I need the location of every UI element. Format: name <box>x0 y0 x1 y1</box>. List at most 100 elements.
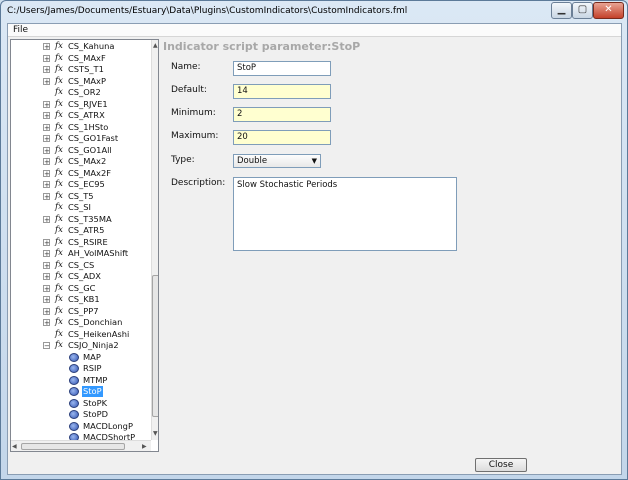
expand-icon[interactable]: + <box>43 296 50 304</box>
tree-item-label: CS_KB1 <box>68 294 100 304</box>
expand-icon[interactable]: + <box>43 100 50 108</box>
tree-item[interactable]: + fx CS_GO1All <box>11 145 151 156</box>
expand-icon[interactable]: + <box>43 43 50 51</box>
tree-item-label: CS_1HSto <box>68 121 109 132</box>
minimum-field[interactable]: 2 <box>233 107 331 122</box>
expand-icon[interactable]: + <box>43 112 50 120</box>
tree-item-label: CS_MAxP <box>68 75 106 86</box>
tree-item[interactable]: + fx CS_KB1 <box>11 294 151 305</box>
tree-param-item[interactable]: MAP <box>11 352 151 363</box>
tree-item-label: CS_CS <box>68 259 95 270</box>
tree-param-item[interactable]: MACDLongP <box>11 421 151 432</box>
description-textarea[interactable]: Slow Stochastic Periods <box>233 177 457 251</box>
function-icon: fx <box>55 87 63 97</box>
expand-icon[interactable]: + <box>43 261 50 269</box>
tree-vertical-scrollbar[interactable]: ▲ ▼ <box>151 40 158 440</box>
menu-file[interactable]: File <box>13 25 28 35</box>
tree-item[interactable]: + fx CS_GC <box>11 283 151 294</box>
expand-icon[interactable]: + <box>43 135 50 143</box>
parameter-gear-icon <box>69 387 79 396</box>
parameter-gear-icon <box>69 375 79 385</box>
tree-param-item[interactable]: MTMP <box>11 375 151 386</box>
parameter-gear-icon <box>69 410 79 419</box>
tree-item[interactable]: fx CS_SI <box>11 202 151 213</box>
expand-icon[interactable]: + <box>43 273 50 281</box>
tree-item[interactable]: + fx CS_Kahuna <box>11 41 151 52</box>
expand-icon[interactable]: + <box>43 169 50 177</box>
tree-item[interactable]: + fx CS_RSIRE <box>11 237 151 248</box>
type-select[interactable]: Double ▼ <box>233 154 321 168</box>
tree-vertical-scroll-thumb[interactable] <box>152 275 158 417</box>
tree-item[interactable]: + fx CS_ADX <box>11 271 151 282</box>
minimize-button[interactable]: ▁ <box>551 2 572 19</box>
tree-param-item[interactable]: StoPK <box>11 398 151 409</box>
expand-icon[interactable]: + <box>43 284 50 292</box>
function-icon: fx <box>55 271 63 281</box>
expand-icon[interactable]: + <box>43 250 50 258</box>
expand-icon[interactable]: + <box>43 307 50 315</box>
tree-item[interactable]: + fx CS_1HSto <box>11 122 151 133</box>
close-button[interactable]: Close <box>475 458 527 472</box>
default-field[interactable]: 14 <box>233 84 331 99</box>
tree-item[interactable]: fx CS_ATR5 <box>11 225 151 236</box>
expand-icon[interactable]: + <box>43 158 50 166</box>
tree-item[interactable]: + fx CS_EC95 <box>11 179 151 190</box>
maximum-field[interactable]: 20 <box>233 130 331 145</box>
tree-item[interactable]: + fx CS_RJVE1 <box>11 99 151 110</box>
expand-icon[interactable]: + <box>43 215 50 223</box>
tree-item[interactable]: − fx CSJO_Ninja2 <box>11 340 151 351</box>
menu-bar: File <box>8 24 621 37</box>
tree-item[interactable]: + fx CS_T35MA <box>11 214 151 225</box>
scroll-down-arrow-icon[interactable]: ▼ <box>153 430 158 437</box>
parameter-panel-title: Indicator script parameter:StoP <box>163 40 361 53</box>
minimum-label: Minimum: <box>171 108 216 118</box>
scroll-up-arrow-icon[interactable]: ▲ <box>153 42 158 49</box>
tree-param-item[interactable]: StoP <box>11 386 151 397</box>
tree-item[interactable]: + fx CSTS_T1 <box>11 64 151 75</box>
tree-item[interactable]: + fx CS_T5 <box>11 191 151 202</box>
tree-item[interactable]: + fx CS_MAx2F <box>11 168 151 179</box>
function-icon: fx <box>55 64 63 74</box>
name-field[interactable]: StoP <box>233 61 331 76</box>
maximize-button[interactable]: ▢ <box>572 2 593 19</box>
tree-item-label: CS_OR2 <box>68 87 101 97</box>
expand-icon[interactable]: + <box>43 77 50 85</box>
tree-item[interactable]: + fx CS_PP7 <box>11 306 151 317</box>
tree-item-label: CS_HeikenAshi <box>68 328 130 339</box>
expand-icon[interactable]: + <box>43 238 50 246</box>
tree-item-label: CS_GO1All <box>68 144 112 155</box>
tree-param-item[interactable]: RSIP <box>11 363 151 374</box>
expand-icon[interactable]: + <box>43 192 50 200</box>
tree-item[interactable]: + fx CS_GO1Fast <box>11 133 151 144</box>
expand-icon[interactable]: + <box>43 319 50 327</box>
tree-item[interactable]: fx CS_HeikenAshi <box>11 329 151 340</box>
tree-item[interactable]: + fx CS_MAx2 <box>11 156 151 167</box>
tree-param-item[interactable]: StoPD <box>11 409 151 420</box>
tree-horizontal-scrollbar[interactable]: ◀ ▶ <box>11 440 151 451</box>
tree-item-label: CS_EC95 <box>68 179 105 189</box>
tree-item[interactable]: + fx CS_MAxP <box>11 76 151 87</box>
collapse-icon[interactable]: − <box>43 342 50 350</box>
close-window-button[interactable]: ✕ <box>593 2 624 19</box>
expand-icon[interactable]: + <box>43 54 50 62</box>
tree-item[interactable]: + fx AH_VolMAShift <box>11 248 151 259</box>
tree-item[interactable]: + fx CS_Donchian <box>11 317 151 328</box>
tree-horizontal-scroll-thumb[interactable] <box>21 443 125 450</box>
tree-item[interactable]: fx CS_OR2 <box>11 87 151 98</box>
tree-item[interactable]: + fx CS_ATRX <box>11 110 151 121</box>
function-icon: fx <box>55 236 63 247</box>
tree-item[interactable]: + fx CS_MAxF <box>11 53 151 64</box>
scroll-right-arrow-icon[interactable]: ▶ <box>142 443 147 450</box>
parameter-gear-icon <box>69 398 79 408</box>
expand-icon[interactable]: + <box>43 123 50 131</box>
expand-icon[interactable]: + <box>43 181 50 189</box>
parameter-gear-icon <box>69 352 79 362</box>
function-icon: fx <box>55 121 63 132</box>
expand-icon[interactable]: + <box>43 66 50 74</box>
tree-item[interactable]: + fx CS_CS <box>11 260 151 271</box>
scroll-left-arrow-icon[interactable]: ◀ <box>12 443 17 450</box>
function-icon: fx <box>55 305 63 316</box>
parameter-gear-icon <box>69 421 79 431</box>
indicator-tree[interactable]: + fx CS_Kahuna + fx CS_MAxF + fx CSTS_T1 + fx CS_MA… <box>10 39 159 452</box>
expand-icon[interactable]: + <box>43 146 50 154</box>
